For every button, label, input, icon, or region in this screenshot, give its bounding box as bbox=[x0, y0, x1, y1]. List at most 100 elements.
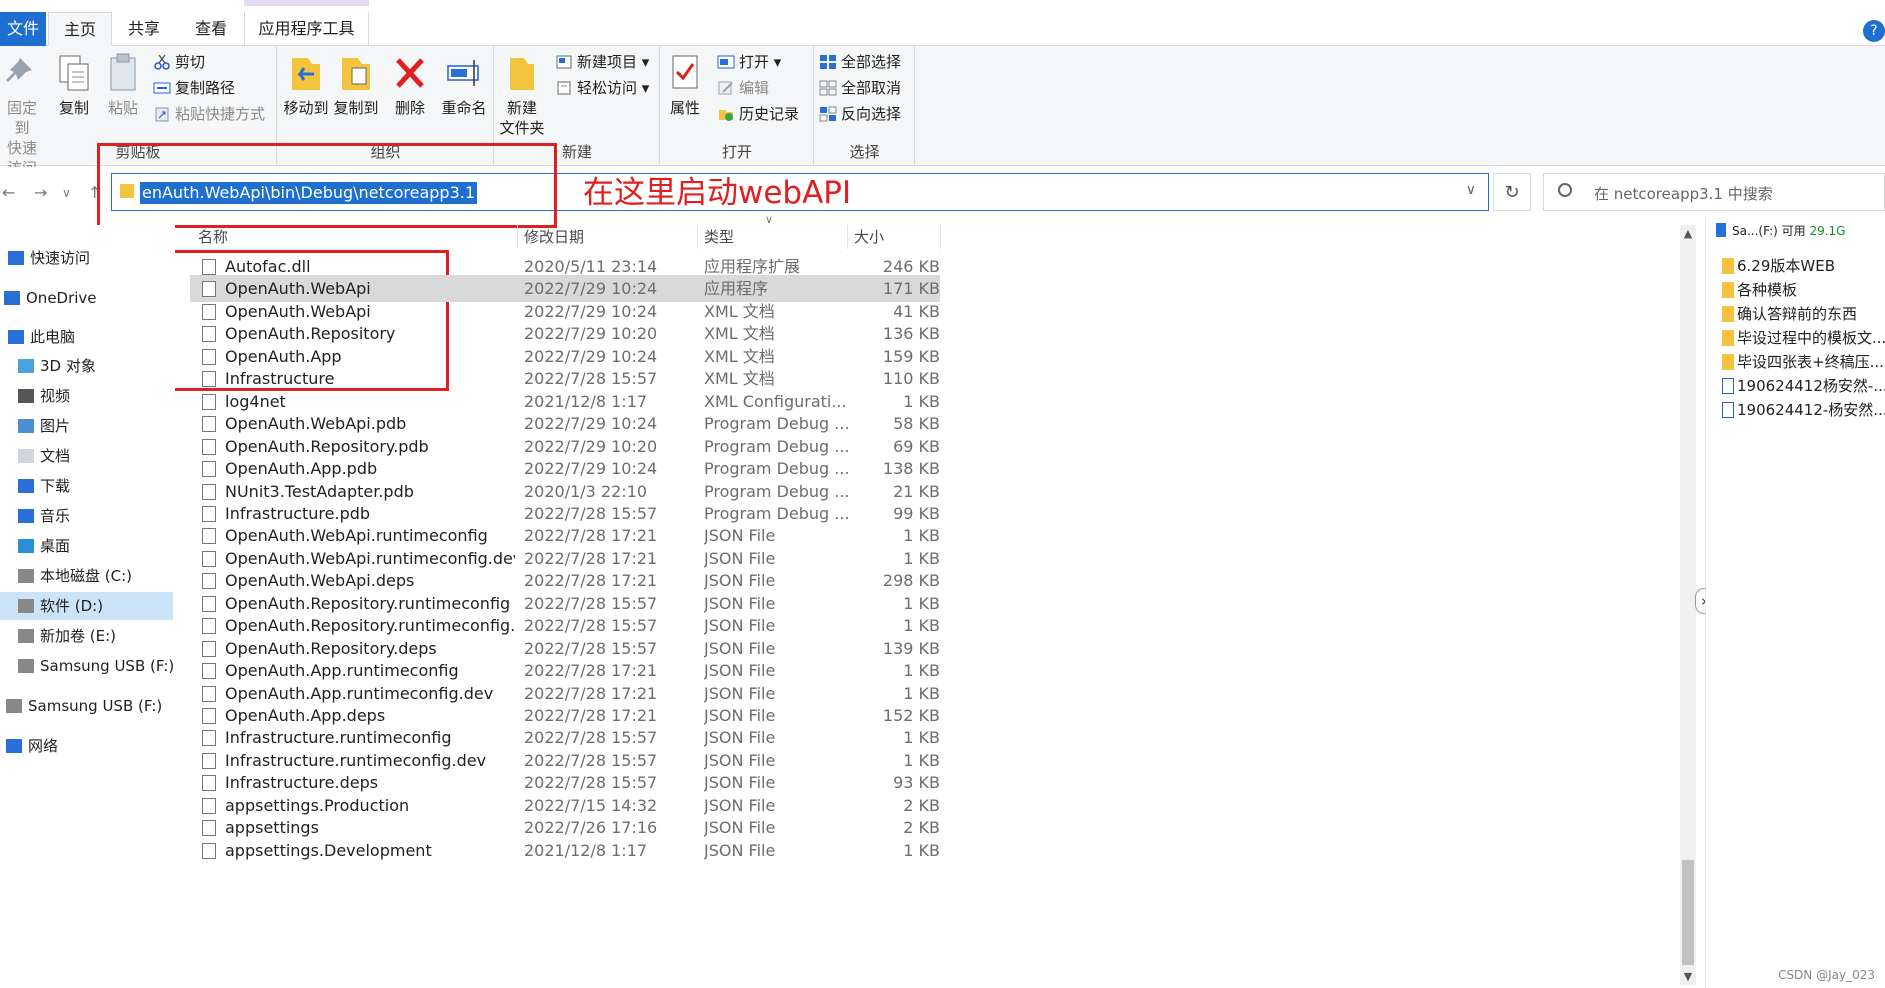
scroll-down-arrow-icon[interactable]: ▼ bbox=[1680, 970, 1696, 983]
search-input[interactable]: 在 netcoreapp3.1 中搜索 bbox=[1543, 173, 1885, 211]
nav-item[interactable]: OneDrive bbox=[0, 284, 173, 312]
nav-item[interactable]: 新加卷 (E:) bbox=[0, 622, 173, 650]
side-window-item-label: 6.29版本WEB bbox=[1737, 257, 1835, 275]
side-window-item[interactable]: 确认答辩前的东西 bbox=[1722, 302, 1885, 326]
side-window-item-label: 190624412-杨安然... bbox=[1737, 401, 1885, 419]
new-folder-icon bbox=[502, 52, 542, 94]
column-header-size[interactable]: 大小 bbox=[854, 225, 884, 249]
side-window-item-label: 毕设过程中的模板文... bbox=[1737, 329, 1885, 347]
nav-item-label: 视频 bbox=[40, 387, 71, 405]
file-icon bbox=[202, 708, 216, 724]
side-window-item[interactable]: 190624412杨安然-... bbox=[1722, 374, 1885, 398]
column-separator[interactable] bbox=[940, 225, 941, 249]
folder-icon bbox=[1722, 354, 1734, 370]
new-folder-label-line2: 文件夹 bbox=[499, 119, 545, 137]
folder-icon bbox=[1722, 258, 1734, 274]
tab-share[interactable]: 共享 bbox=[116, 12, 172, 46]
nav-item[interactable]: 网络 bbox=[0, 732, 173, 760]
column-header-name[interactable]: 名称 bbox=[198, 225, 228, 249]
nav-item[interactable]: 文档 bbox=[0, 442, 173, 470]
side-window-item[interactable]: 各种模板 bbox=[1722, 278, 1885, 302]
nav-item-label: 文档 bbox=[40, 447, 71, 465]
invert-selection-icon bbox=[819, 105, 837, 122]
easy-access-button[interactable]: 轻松访问 ▾ bbox=[555, 76, 649, 100]
move-to-label: 移动到 bbox=[283, 99, 329, 117]
delete-button[interactable]: 删除 bbox=[390, 52, 430, 118]
nav-item[interactable]: 3D 对象 bbox=[0, 352, 173, 380]
nav-item[interactable]: 快速访问 bbox=[0, 244, 173, 272]
cut-label: 剪切 bbox=[175, 53, 206, 71]
back-arrow-icon[interactable]: ← bbox=[2, 183, 15, 202]
cut-button[interactable]: 剪切 bbox=[153, 50, 205, 74]
file-icon bbox=[202, 775, 216, 792]
file-icon bbox=[202, 505, 216, 522]
scroll-up-arrow-icon[interactable]: ▲ bbox=[1680, 227, 1696, 240]
column-separator[interactable] bbox=[847, 225, 848, 249]
easy-access-label: 轻松访问 bbox=[577, 79, 638, 97]
file-row[interactable]: appsettings.Development 2021/12/8 1:17 JSO… bbox=[190, 837, 940, 864]
copy-path-button[interactable]: 复制路径 bbox=[153, 76, 235, 100]
open-button[interactable]: 打开 ▾ bbox=[717, 50, 781, 74]
open-group: 属性 打开 ▾ 编辑 历史记录 打开 bbox=[661, 46, 814, 166]
select-none-button[interactable]: 全部取消 bbox=[819, 76, 901, 100]
column-separator[interactable] bbox=[517, 225, 518, 249]
properties-button[interactable]: 属性 bbox=[665, 52, 705, 118]
column-header-date[interactable]: 修改日期 bbox=[524, 225, 584, 249]
file-icon bbox=[202, 640, 216, 657]
history-label: 历史记录 bbox=[739, 105, 800, 123]
nav-item[interactable]: 图片 bbox=[0, 412, 173, 440]
nav-item[interactable]: 本地磁盘 (C:) bbox=[0, 562, 173, 590]
nav-item[interactable]: Samsung USB (F:) bbox=[0, 652, 174, 680]
nav-item[interactable]: 桌面 bbox=[0, 532, 173, 560]
nav-item[interactable]: 音乐 bbox=[0, 502, 173, 530]
help-icon[interactable]: ? bbox=[1863, 20, 1885, 42]
nav-item-label: 图片 bbox=[40, 417, 71, 435]
copy-to-button[interactable]: 复制到 bbox=[332, 52, 380, 118]
nav-item[interactable]: 视频 bbox=[0, 382, 173, 410]
delete-label: 删除 bbox=[394, 99, 425, 117]
history-button[interactable]: 历史记录 bbox=[717, 102, 799, 126]
side-window-item-label: 190624412杨安然-... bbox=[1737, 377, 1885, 395]
side-window-item[interactable]: 6.29版本WEB bbox=[1722, 254, 1885, 278]
recent-locations-chevron-icon[interactable]: ∨ bbox=[62, 186, 71, 200]
invert-selection-button[interactable]: 反向选择 bbox=[819, 102, 901, 126]
column-header-type[interactable]: 类型 bbox=[704, 225, 734, 249]
drive-free-space: 29.1G bbox=[1809, 224, 1846, 238]
nav-item[interactable]: Samsung USB (F:) bbox=[0, 692, 173, 720]
tab-file[interactable]: 文件 bbox=[0, 12, 46, 46]
paste-button[interactable]: 粘贴 bbox=[101, 52, 145, 118]
word-document-icon bbox=[1722, 378, 1734, 394]
refresh-icon[interactable]: ↻ bbox=[1493, 173, 1531, 211]
file-icon bbox=[202, 752, 216, 769]
copy-button[interactable]: 复制 bbox=[52, 52, 96, 118]
new-folder-button[interactable]: 新建 文件夹 bbox=[499, 52, 545, 138]
address-dropdown-chevron-icon[interactable]: ∨ bbox=[1466, 182, 1476, 198]
cube-icon bbox=[18, 359, 34, 373]
picture-icon bbox=[18, 419, 34, 433]
select-all-button[interactable]: 全部选择 bbox=[819, 50, 901, 74]
nav-item[interactable]: 此电脑 bbox=[0, 323, 173, 351]
forward-arrow-icon[interactable]: → bbox=[34, 183, 47, 202]
move-to-button[interactable]: 移动到 bbox=[282, 52, 330, 118]
rename-icon bbox=[444, 52, 484, 94]
tab-home[interactable]: 主页 bbox=[48, 12, 112, 47]
side-window-item[interactable]: 毕设四张表+终稿压... bbox=[1722, 350, 1885, 374]
new-item-button[interactable]: 新建项目 ▾ bbox=[555, 50, 649, 74]
nav-item[interactable]: 下载 bbox=[0, 472, 173, 500]
annotation-box-address bbox=[97, 143, 557, 228]
scrollbar-thumb[interactable] bbox=[1682, 860, 1694, 965]
easy-access-icon bbox=[555, 79, 573, 95]
column-separator[interactable] bbox=[697, 225, 698, 249]
select-all-label: 全部选择 bbox=[841, 53, 902, 71]
rename-button[interactable]: 重命名 bbox=[438, 52, 490, 118]
paste-shortcut-button[interactable]: 粘贴快捷方式 bbox=[153, 102, 265, 126]
file-list-scrollbar[interactable]: ▲ ▼ bbox=[1680, 225, 1696, 985]
new-item-label: 新建项目 bbox=[577, 53, 638, 71]
edit-button[interactable]: 编辑 bbox=[717, 76, 769, 100]
tab-app-tools[interactable]: 应用程序工具 bbox=[244, 12, 369, 46]
side-window-item[interactable]: 190624412-杨安然... bbox=[1722, 398, 1885, 422]
side-window-item[interactable]: 毕设过程中的模板文... bbox=[1722, 326, 1885, 350]
nav-item[interactable]: 软件 (D:) bbox=[0, 592, 173, 620]
file-icon bbox=[202, 371, 216, 388]
tab-view[interactable]: 查看 bbox=[180, 12, 242, 46]
